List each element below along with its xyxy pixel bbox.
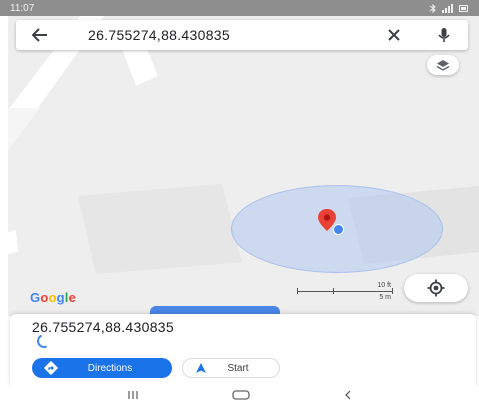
search-bar[interactable]: 26.755274,88.430835	[16, 20, 468, 50]
navigation-arrow-icon	[195, 362, 207, 374]
scale-bar: 10 ft 5 m	[297, 282, 397, 304]
current-location-dot	[333, 224, 344, 235]
signal-icon	[442, 3, 453, 13]
battery-icon	[459, 4, 468, 12]
search-query[interactable]: 26.755274,88.430835	[88, 27, 384, 43]
status-icons	[429, 3, 469, 13]
place-coordinates: 26.755274,88.430835	[32, 319, 174, 335]
directions-label: Directions	[87, 362, 133, 374]
building-block	[78, 184, 242, 274]
bluetooth-icon	[429, 3, 436, 13]
scale-label-top: 10 ft	[377, 282, 391, 289]
start-label: Start	[227, 362, 249, 374]
my-location-icon	[427, 279, 445, 297]
directions-button[interactable]: Directions	[32, 358, 172, 378]
scale-tick	[297, 288, 298, 294]
scale-tick	[392, 288, 393, 294]
layers-button[interactable]	[427, 55, 459, 75]
start-button[interactable]: Start	[182, 358, 280, 378]
scale-label-bottom: 5 m	[379, 294, 391, 301]
google-logo: Google	[30, 290, 76, 305]
home-icon[interactable]	[231, 390, 250, 400]
directions-icon	[44, 361, 58, 375]
logo-letter: G	[30, 290, 41, 305]
map-view[interactable]	[8, 16, 479, 316]
building-block	[8, 108, 40, 150]
logo-letter: o	[48, 290, 57, 305]
scale-tick	[333, 288, 334, 294]
place-sheet[interactable]: 26.755274,88.430835 Directions Start	[10, 314, 476, 387]
microphone-icon[interactable]	[434, 25, 454, 45]
status-bar: 11:07	[0, 0, 479, 16]
close-icon[interactable]	[384, 25, 404, 45]
logo-letter: g	[56, 290, 65, 305]
logo-letter: e	[68, 290, 77, 305]
layers-icon	[436, 60, 450, 71]
street	[8, 230, 18, 254]
map-streets	[8, 16, 479, 274]
back-icon[interactable]	[343, 390, 353, 400]
scale-line	[297, 291, 393, 292]
arrow-left-icon[interactable]	[30, 25, 50, 45]
system-nav-bar	[0, 387, 479, 403]
my-location-button[interactable]	[404, 274, 468, 302]
status-time: 11:07	[10, 2, 35, 14]
recent-apps-icon[interactable]	[127, 390, 139, 400]
